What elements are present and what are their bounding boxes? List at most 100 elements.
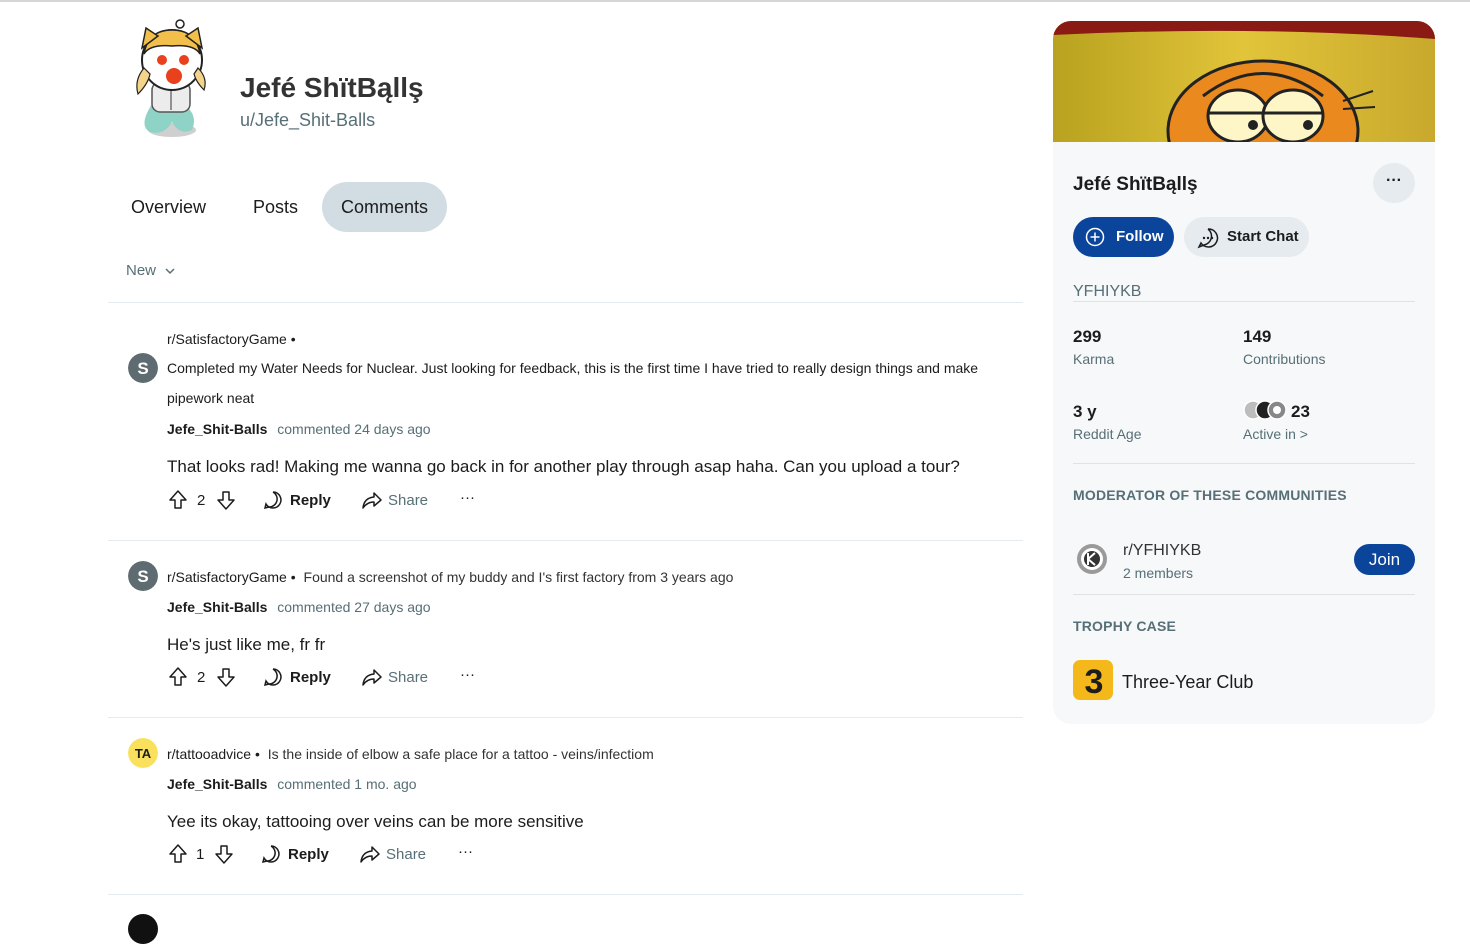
- reply-label: Reply: [288, 846, 329, 863]
- profile-banner: [1053, 21, 1435, 142]
- author-link[interactable]: Jefe_Shit-Balls: [167, 421, 267, 437]
- profile-avatar: [128, 18, 214, 140]
- subreddit-icon[interactable]: S: [128, 353, 158, 383]
- follow-button[interactable]: Follow: [1073, 217, 1174, 257]
- top-border: [0, 0, 1470, 2]
- start-chat-label: Start Chat: [1227, 228, 1299, 245]
- tab-comments[interactable]: Comments: [322, 182, 448, 232]
- community-icon[interactable]: [1076, 543, 1108, 575]
- contributions-label: Contributions: [1243, 351, 1326, 367]
- karma-label: Karma: [1073, 351, 1115, 367]
- comment-meta: Jefe_Shit-Balls commented 24 days ago: [167, 421, 431, 437]
- separator-dot: •: [290, 331, 296, 347]
- subreddit-link[interactable]: r/SatisfactoryGame: [167, 569, 287, 585]
- share-label: Share: [388, 492, 429, 509]
- three-year-club-trophy-icon: 3: [1073, 660, 1113, 700]
- join-button[interactable]: Join: [1354, 544, 1415, 575]
- sidebar-divider: [1073, 463, 1415, 464]
- chat-icon: [1197, 228, 1219, 249]
- subreddit-icon-letter: TA: [135, 746, 152, 761]
- feed-divider: [108, 302, 1023, 303]
- upvote-icon[interactable]: [167, 843, 189, 865]
- sort-label: New: [126, 262, 157, 279]
- upvote-icon[interactable]: [167, 666, 189, 688]
- community-stack-icon: [1243, 400, 1287, 420]
- comment-divider: [108, 894, 1023, 895]
- more-options-button[interactable]: ···: [458, 843, 473, 860]
- share-icon: [360, 846, 380, 863]
- post-title-link[interactable]: Is the inside of elbow a safe place for …: [268, 746, 654, 762]
- share-label: Share: [386, 846, 427, 863]
- profile-more-button[interactable]: ···: [1373, 163, 1415, 203]
- karma-value: 299: [1073, 327, 1102, 346]
- profile-display-name: Jefé ShïtBąllş: [240, 72, 424, 103]
- sort-dropdown[interactable]: New: [126, 262, 176, 279]
- active-in-value: 23: [1291, 402, 1310, 421]
- plus-circle-icon: [1085, 227, 1105, 247]
- subreddit-icon[interactable]: TA: [128, 738, 158, 768]
- tab-posts[interactable]: Posts: [234, 182, 317, 232]
- vote-count: 1: [196, 846, 205, 863]
- comment-timestamp: commented 24 days ago: [277, 421, 431, 437]
- upvote-icon[interactable]: [167, 489, 189, 511]
- author-link[interactable]: Jefe_Shit-Balls: [167, 776, 267, 792]
- sidebar-display-name: Jefé ShïtBąllş: [1073, 174, 1198, 195]
- comment-divider: [108, 717, 1023, 718]
- sidebar-divider: [1073, 301, 1415, 302]
- subreddit-link[interactable]: r/SatisfactoryGame: [167, 331, 287, 347]
- subreddit-link[interactable]: r/tattooadvice: [167, 746, 251, 762]
- subreddit-icon[interactable]: S: [128, 561, 158, 591]
- vote-count: 2: [197, 669, 206, 686]
- more-options-button[interactable]: ···: [460, 666, 475, 683]
- profile-sidebar: Jefé ShïtBąllş ··· Follow Start Chat YFH…: [1053, 21, 1435, 724]
- reddit-age-label: Reddit Age: [1073, 426, 1142, 442]
- comment-bubble-icon: [263, 668, 282, 687]
- community-members: 2 members: [1123, 565, 1194, 581]
- comment-meta: Jefe_Shit-Balls commented 27 days ago: [167, 599, 431, 615]
- comment-context: r/tattooadvice • Is the inside of elbow …: [167, 746, 654, 762]
- comment-body: He's just like me, fr fr: [167, 635, 326, 654]
- subreddit-icon-letter: S: [137, 567, 148, 586]
- comment-context: r/SatisfactoryGame • Found a screenshot …: [167, 569, 733, 585]
- post-title-link[interactable]: Completed my Water Needs for Nuclear. Ju…: [167, 353, 1007, 413]
- share-icon: [362, 492, 382, 509]
- trophy-badge-text: 3: [1085, 663, 1104, 700]
- separator-dot: •: [290, 569, 296, 585]
- subreddit-icon-letter: S: [137, 359, 148, 378]
- subreddit-icon[interactable]: [128, 914, 158, 944]
- moderator-heading: MODERATOR OF THESE COMMUNITIES: [1073, 487, 1347, 503]
- share-icon: [362, 669, 382, 686]
- comment-body: That looks rad! Making me wanna go back …: [167, 457, 960, 476]
- comment-timestamp: commented 27 days ago: [277, 599, 431, 615]
- vote-count: 2: [197, 492, 206, 509]
- comment-timestamp: commented 1 mo. ago: [277, 776, 417, 792]
- downvote-icon[interactable]: [215, 489, 237, 511]
- share-label: Share: [388, 669, 429, 686]
- profile-tagline: YFHIYKB: [1073, 283, 1142, 300]
- tab-overview[interactable]: Overview: [112, 182, 225, 232]
- contributions-value: 149: [1243, 327, 1272, 346]
- post-title-link[interactable]: Found a screenshot of my buddy and I's f…: [304, 569, 734, 585]
- comment-divider: [108, 540, 1023, 541]
- reply-label: Reply: [290, 669, 331, 686]
- downvote-icon[interactable]: [215, 666, 237, 688]
- comment-bubble-icon: [261, 845, 280, 864]
- active-in-link[interactable]: Active in >: [1243, 426, 1308, 442]
- author-link[interactable]: Jefe_Shit-Balls: [167, 599, 267, 615]
- comment-body: Yee its okay, tattooing over veins can b…: [167, 812, 584, 831]
- sidebar-divider: [1073, 594, 1415, 595]
- comment-context: r/SatisfactoryGame •: [167, 331, 296, 347]
- comment-bubble-icon: [263, 491, 282, 510]
- downvote-icon[interactable]: [213, 843, 235, 865]
- reply-label: Reply: [290, 492, 331, 509]
- more-options-button[interactable]: ···: [460, 489, 475, 506]
- chevron-down-icon: [165, 268, 175, 275]
- separator-dot: •: [254, 746, 260, 762]
- profile-username: u/Jefe_Shit-Balls: [240, 110, 376, 130]
- community-link[interactable]: r/YFHIYKB: [1123, 542, 1201, 560]
- trophy-name: Three-Year Club: [1122, 672, 1254, 692]
- reddit-age-value: 3 y: [1073, 402, 1097, 421]
- trophy-heading: TROPHY CASE: [1073, 618, 1177, 634]
- comment-meta: Jefe_Shit-Balls commented 1 mo. ago: [167, 776, 417, 792]
- start-chat-button[interactable]: Start Chat: [1184, 217, 1309, 257]
